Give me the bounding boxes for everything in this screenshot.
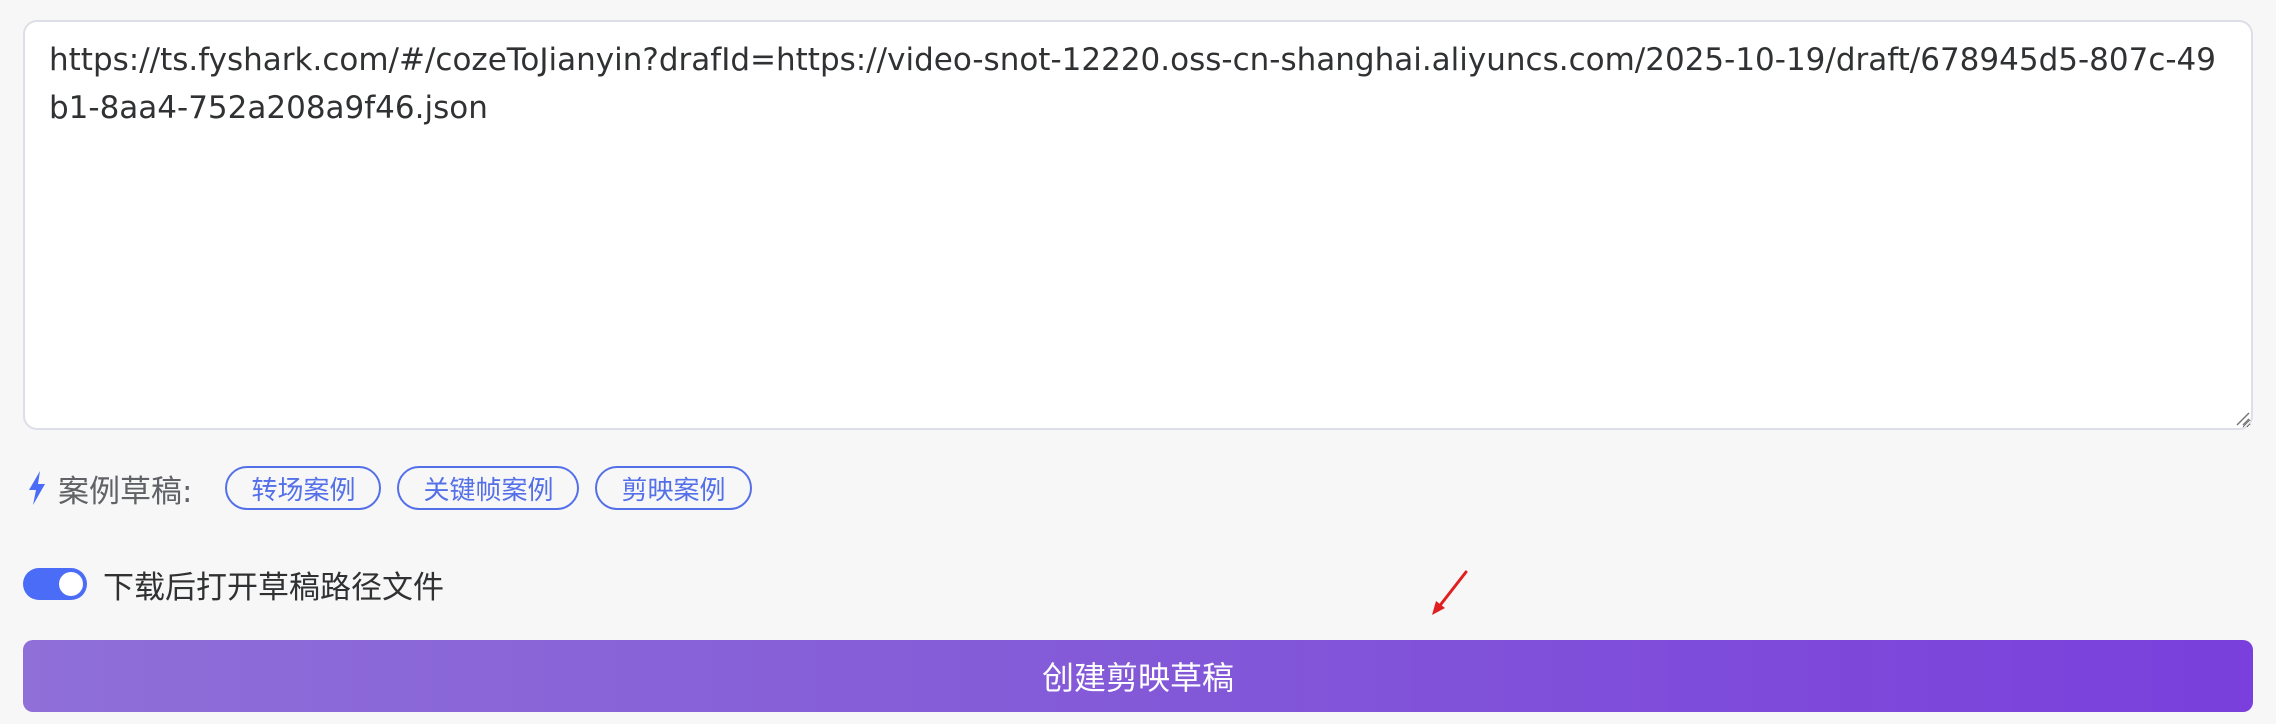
- example-tag-keyframe[interactable]: 关键帧案例: [397, 466, 580, 510]
- open-after-download-row: 下载后打开草稿路径文件: [23, 562, 444, 606]
- create-jianying-draft-button[interactable]: 创建剪映草稿: [23, 640, 2253, 712]
- bolt-icon: [29, 471, 45, 505]
- example-tag-jianying[interactable]: 剪映案例: [595, 466, 752, 510]
- open-after-download-toggle[interactable]: [23, 568, 87, 600]
- toggle-knob: [59, 572, 83, 596]
- page: https://ts.fyshark.com/#/cozeToJianyin?d…: [0, 0, 2276, 724]
- example-tag-transition[interactable]: 转场案例: [225, 466, 382, 510]
- draft-url-textarea[interactable]: https://ts.fyshark.com/#/cozeToJianyin?d…: [23, 20, 2253, 430]
- example-drafts-label: 案例草稿:: [58, 473, 193, 510]
- example-drafts-row: 案例草稿: 转场案例 关键帧案例 剪映案例: [26, 464, 768, 512]
- red-arrow-annotation-icon: [1432, 570, 1468, 615]
- open-after-download-label: 下载后打开草稿路径文件: [103, 569, 444, 606]
